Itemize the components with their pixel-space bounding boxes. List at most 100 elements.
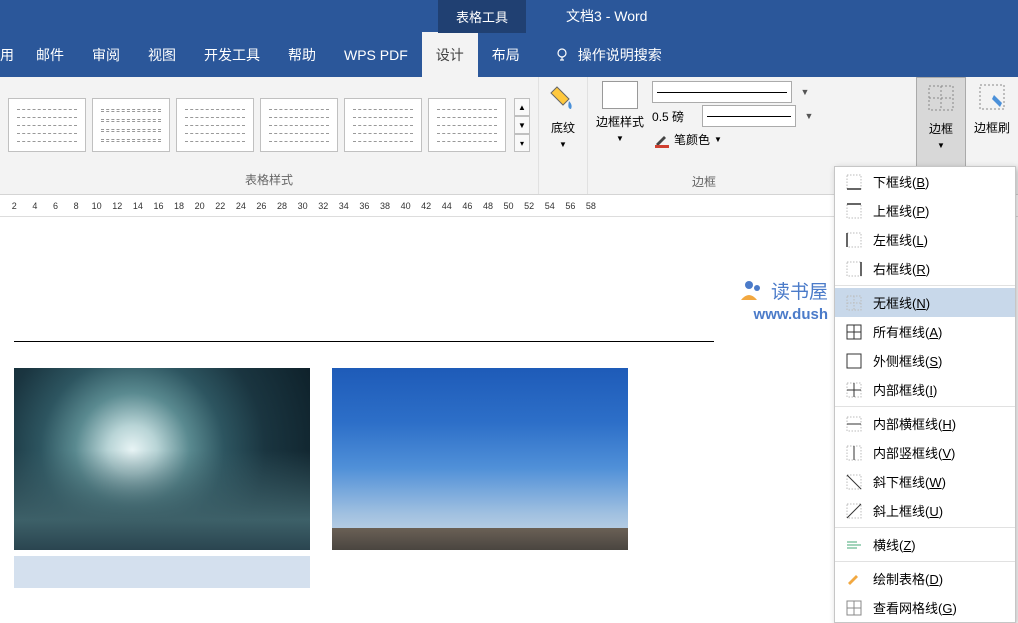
- title-bar: 表格工具 文档3 - Word: [0, 0, 1018, 32]
- ruler-tick: 40: [395, 201, 416, 211]
- border-styles-label: 边框样式: [596, 113, 644, 130]
- tab-layout[interactable]: 布局: [478, 32, 534, 78]
- ruler-tick: 44: [436, 201, 457, 211]
- border-menu-label: 无框线(N): [873, 293, 930, 312]
- tell-me-label: 操作说明搜索: [578, 45, 662, 65]
- border-type-icon: [845, 231, 863, 249]
- tab-references-cut[interactable]: 用: [0, 32, 22, 78]
- table-style-3[interactable]: [176, 98, 254, 152]
- ruler-tick: 54: [539, 201, 560, 211]
- line-weight-select[interactable]: [702, 105, 796, 127]
- tab-mail[interactable]: 邮件: [22, 32, 78, 78]
- table-style-6[interactable]: [428, 98, 506, 152]
- border-menu-label: 左框线(L): [873, 230, 928, 249]
- border-type-icon: [845, 381, 863, 399]
- border-type-icon: [845, 473, 863, 491]
- lightbulb-icon: [554, 47, 570, 63]
- border-menu-item[interactable]: 横线(Z): [835, 530, 1015, 559]
- border-type-icon: [845, 352, 863, 370]
- ruler-tick: 4: [25, 201, 46, 211]
- ruler-tick: 8: [66, 201, 87, 211]
- border-type-icon: [845, 599, 863, 617]
- table-style-1[interactable]: [8, 98, 86, 152]
- styles-scroll-down[interactable]: ▼: [514, 116, 530, 134]
- image-clouds-dark[interactable]: [14, 368, 310, 550]
- tab-review[interactable]: 审阅: [78, 32, 134, 78]
- border-type-icon: [845, 173, 863, 191]
- ruler-tick: 14: [128, 201, 149, 211]
- styles-scroll-up[interactable]: ▲: [514, 98, 530, 116]
- pen-color-label: 笔颜色: [674, 131, 710, 148]
- ruler-tick: 6: [45, 201, 66, 211]
- border-menu-item[interactable]: 斜下框线(W): [835, 467, 1015, 496]
- ruler-tick: 12: [107, 201, 128, 211]
- border-menu-item[interactable]: 斜上框线(U): [835, 496, 1015, 525]
- tab-developer[interactable]: 开发工具: [190, 32, 274, 78]
- border-menu-label: 斜下框线(W): [873, 472, 946, 491]
- chevron-down-icon[interactable]: ▼: [796, 87, 814, 97]
- bucket-icon: [547, 81, 579, 113]
- border-type-icon: [845, 502, 863, 520]
- shading-button[interactable]: 底纹 ▼: [539, 77, 588, 194]
- table-style-5[interactable]: [344, 98, 422, 152]
- border-menu-item[interactable]: 左框线(L): [835, 225, 1015, 254]
- tab-design[interactable]: 设计: [422, 32, 478, 78]
- ruler-tick: 34: [334, 201, 355, 211]
- tab-help[interactable]: 帮助: [274, 32, 330, 78]
- watermark-name: 读书屋: [771, 277, 828, 304]
- border-menu-item[interactable]: 右框线(R): [835, 254, 1015, 283]
- ruler-tick: 46: [457, 201, 478, 211]
- ruler-tick: 30: [292, 201, 313, 211]
- chevron-down-icon[interactable]: ▼: [800, 111, 818, 121]
- ruler-tick: 10: [86, 201, 107, 211]
- ruler-tick: 22: [210, 201, 231, 211]
- border-menu-item[interactable]: 内部竖框线(V): [835, 438, 1015, 467]
- table-style-2[interactable]: [92, 98, 170, 152]
- ruler-tick: 20: [189, 201, 210, 211]
- ruler-tick: 36: [354, 201, 375, 211]
- ruler-tick: 42: [416, 201, 437, 211]
- border-menu-label: 内部框线(I): [873, 380, 937, 399]
- border-menu-label: 斜上框线(U): [873, 501, 943, 520]
- border-menu-item[interactable]: 无框线(N): [835, 288, 1015, 317]
- border-menu-item[interactable]: 内部横框线(H): [835, 409, 1015, 438]
- border-menu-item[interactable]: 内部框线(I): [835, 375, 1015, 404]
- border-menu-item[interactable]: 外侧框线(S): [835, 346, 1015, 375]
- pen-icon: [654, 132, 670, 148]
- border-menu-item[interactable]: 下框线(B): [835, 167, 1015, 196]
- selected-cell[interactable]: [14, 556, 310, 588]
- ruler-tick: 52: [519, 201, 540, 211]
- border-type-icon: [845, 570, 863, 588]
- border-menu-item[interactable]: 查看网格线(G): [835, 593, 1015, 622]
- border-menu-label: 绘制表格(D): [873, 569, 943, 588]
- ruler-tick: 24: [231, 201, 252, 211]
- border-menu-label: 内部横框线(H): [873, 414, 956, 433]
- tab-wps-pdf[interactable]: WPS PDF: [330, 34, 422, 76]
- border-menu-item[interactable]: 上框线(P): [835, 196, 1015, 225]
- border-styles-button[interactable]: 边框样式 ▼: [588, 77, 652, 194]
- border-style-preview: [602, 81, 638, 109]
- watermark: 读书屋 www.dush: [739, 277, 828, 323]
- group-label-borders: 边框: [690, 171, 718, 192]
- pen-color-button[interactable]: 笔颜色 ▼: [652, 129, 818, 150]
- border-menu-item[interactable]: 所有框线(A): [835, 317, 1015, 346]
- watermark-url: www.dush: [739, 306, 828, 323]
- line-style-select[interactable]: [652, 81, 792, 103]
- tell-me-search[interactable]: 操作说明搜索: [554, 45, 662, 65]
- border-menu-item[interactable]: 绘制表格(D): [835, 564, 1015, 593]
- page-content: [14, 341, 714, 588]
- border-type-icon: [845, 415, 863, 433]
- tab-view[interactable]: 视图: [134, 32, 190, 78]
- ruler-tick: 16: [148, 201, 169, 211]
- border-menu-label: 内部竖框线(V): [873, 443, 955, 462]
- border-menu-label: 查看网格线(G): [873, 598, 957, 617]
- ruler-tick: 28: [272, 201, 293, 211]
- border-type-icon: [845, 260, 863, 278]
- group-label-table-styles: 表格样式: [243, 169, 295, 190]
- image-sky-blue[interactable]: [332, 368, 628, 550]
- styles-expand[interactable]: ▾: [514, 134, 530, 152]
- border-type-icon: [845, 323, 863, 341]
- border-menu-label: 上框线(P): [873, 201, 929, 220]
- reader-icon: [739, 280, 765, 302]
- table-style-4[interactable]: [260, 98, 338, 152]
